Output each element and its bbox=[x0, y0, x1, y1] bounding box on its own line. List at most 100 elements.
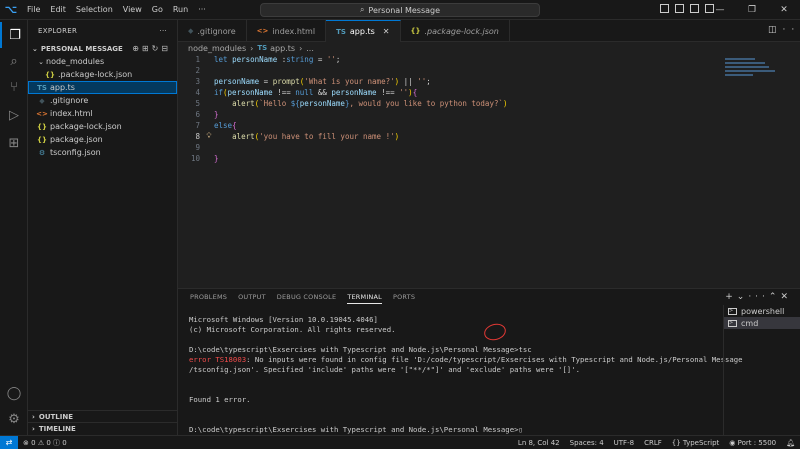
close-panel-icon[interactable]: ✕ bbox=[780, 292, 792, 302]
tab-package-lock-json[interactable]: {} .package-lock.json bbox=[401, 20, 510, 42]
info-icon: ⓘ bbox=[53, 438, 61, 447]
tree-item-app-ts[interactable]: TS app.ts bbox=[28, 81, 177, 94]
code-token: alert bbox=[232, 132, 255, 141]
code-token: alert bbox=[232, 99, 255, 108]
tab-gitignore[interactable]: ◆ .gitignore bbox=[178, 20, 247, 42]
tree-item-package-lock-json[interactable]: {} .package-lock.json bbox=[28, 68, 177, 81]
command-center-search[interactable]: ⌕ Personal Message bbox=[260, 3, 540, 17]
file-tree: ⌄ node_modules{} .package-lock.json TS app.t… bbox=[28, 55, 177, 159]
live-server-port[interactable]: ◉ Port : 5500 bbox=[724, 439, 781, 447]
problems-status[interactable]: ⊗ 0 ⚠ 0 ⓘ 0 bbox=[18, 438, 72, 448]
menu-view[interactable]: View bbox=[118, 0, 147, 20]
restore-button[interactable]: ❐ bbox=[736, 0, 768, 20]
code-editor[interactable]: 1 let personName : string = ''; 2 3 personNam… bbox=[178, 54, 738, 284]
remote-indicator-icon[interactable]: ⇄ bbox=[0, 435, 18, 449]
panel-tab-terminal[interactable]: TERMINAL bbox=[347, 293, 382, 304]
line-number: 6 bbox=[195, 110, 200, 119]
minimap[interactable] bbox=[725, 56, 785, 76]
info-count: 0 bbox=[62, 438, 67, 447]
tree-item-node-modules[interactable]: ⌄ node_modules bbox=[28, 55, 177, 68]
source-control-icon[interactable]: ⑂ bbox=[0, 74, 28, 100]
toggle-panel-icon[interactable] bbox=[675, 4, 684, 13]
code-line: 2 bbox=[178, 65, 738, 76]
vscode-logo-icon: ⌥ bbox=[4, 3, 18, 16]
cursor-position[interactable]: Ln 8, Col 42 bbox=[513, 439, 565, 447]
code-token: personName bbox=[299, 99, 345, 108]
explorer-icon[interactable]: ❐ bbox=[0, 22, 28, 48]
menu-selection[interactable]: Selection bbox=[71, 0, 118, 20]
code-token: personName bbox=[214, 77, 260, 86]
indentation[interactable]: Spaces: 4 bbox=[565, 439, 609, 447]
code-token: personName bbox=[232, 55, 282, 64]
settings-gear-icon[interactable]: ⚙ bbox=[0, 406, 28, 432]
tab-label: app.ts bbox=[349, 27, 375, 36]
close-tab-icon[interactable]: ✕ bbox=[383, 27, 390, 36]
outline-section[interactable]: › OUTLINE bbox=[28, 410, 178, 422]
encoding[interactable]: UTF-8 bbox=[609, 439, 639, 447]
timeline-label: TIMELINE bbox=[38, 424, 76, 433]
panel-tab-output[interactable]: OUTPUT bbox=[238, 293, 266, 304]
warning-count: 0 bbox=[46, 438, 51, 447]
editor-actions: ◫··· bbox=[768, 25, 800, 35]
breadcrumb-file[interactable]: app.ts bbox=[270, 44, 295, 53]
tree-item-package-json[interactable]: {} package.json bbox=[28, 133, 177, 146]
toggle-secondary-sidebar-icon[interactable] bbox=[690, 4, 699, 13]
chevron-right-icon: › bbox=[32, 412, 35, 421]
tree-item-tsconfig-json[interactable]: ⚙ tsconfig.json bbox=[28, 146, 177, 159]
account-icon[interactable]: ◯ bbox=[0, 380, 28, 406]
lightbulb-icon[interactable]: 💡︎ bbox=[204, 132, 214, 141]
tab-index-html[interactable]: <> index.html bbox=[247, 20, 327, 42]
port-label: Port : 5500 bbox=[737, 438, 777, 447]
tree-item-label: .gitignore bbox=[50, 96, 89, 105]
split-editor-icon[interactable]: ◫ bbox=[768, 25, 783, 35]
panel-tabs: PROBLEMS OUTPUT DEBUG CONSOLE TERMINAL PORTS bbox=[190, 293, 415, 304]
menu-edit[interactable]: Edit bbox=[45, 0, 71, 20]
tab-label: .gitignore bbox=[197, 26, 236, 36]
breadcrumb-tail[interactable]: ... bbox=[306, 44, 314, 53]
tree-item-gitignore[interactable]: ◆ .gitignore bbox=[28, 94, 177, 107]
code-line: 8 💡︎ alert('you have to fill your name !'… bbox=[178, 131, 738, 142]
terminal-icon: > bbox=[728, 307, 737, 315]
code-token: personName bbox=[227, 88, 273, 97]
close-window-button[interactable]: ✕ bbox=[768, 0, 800, 20]
line-number: 2 bbox=[195, 66, 200, 75]
end-of-line[interactable]: CRLF bbox=[639, 439, 667, 447]
panel-tab-problems[interactable]: PROBLEMS bbox=[190, 293, 227, 304]
workspace-header[interactable]: ⌄ PERSONAL MESSAGE ⊕⊞↻⊟ bbox=[28, 42, 177, 55]
panel-tab-ports[interactable]: PORTS bbox=[393, 293, 415, 304]
notifications-bell-icon[interactable]: 🔔︎ bbox=[781, 439, 800, 447]
extensions-icon[interactable]: ⊞ bbox=[0, 130, 28, 156]
panel-tab-debug-console[interactable]: DEBUG CONSOLE bbox=[277, 293, 337, 304]
language-mode[interactable]: {} TypeScript bbox=[667, 439, 725, 447]
breadcrumb-folder[interactable]: node_modules bbox=[188, 44, 246, 53]
toggle-primary-sidebar-icon[interactable] bbox=[660, 4, 669, 13]
status-right: Ln 8, Col 42 Spaces: 4 UTF-8 CRLF {} Typ… bbox=[513, 439, 800, 447]
menu-run[interactable]: Run bbox=[168, 0, 193, 20]
terminal-output[interactable]: Microsoft Windows [Version 10.0.19045.40… bbox=[189, 315, 743, 435]
panel-more-icon[interactable]: ··· bbox=[748, 292, 769, 302]
editor-more-icon[interactable]: ··· bbox=[783, 25, 800, 35]
tree-item-index-html[interactable]: <> index.html bbox=[28, 107, 177, 120]
workspace-name: PERSONAL MESSAGE bbox=[40, 44, 123, 53]
json-file-icon: {} bbox=[410, 27, 421, 35]
menu-file[interactable]: File bbox=[22, 0, 45, 20]
explorer-more-button[interactable]: ··· bbox=[159, 27, 167, 35]
timeline-section[interactable]: › TIMELINE bbox=[28, 422, 178, 434]
maximize-panel-icon[interactable]: ⌃ bbox=[769, 292, 781, 302]
minimize-button[interactable]: — bbox=[704, 0, 736, 20]
code-line: 7 else{ bbox=[178, 120, 738, 131]
explorer-toolbar[interactable]: ⊕⊞↻⊟ bbox=[132, 44, 171, 53]
tree-item-package-lock-json[interactable]: {} package-lock.json bbox=[28, 120, 177, 133]
menu-more-button[interactable]: ··· bbox=[193, 0, 211, 20]
tab-app-ts[interactable]: TS app.ts ✕ bbox=[326, 20, 401, 42]
menu-go[interactable]: Go bbox=[147, 0, 168, 20]
terminal-instance-cmd[interactable]: > cmd bbox=[724, 317, 800, 329]
code-token: !== bbox=[376, 88, 400, 97]
search-view-icon[interactable]: ⌕ bbox=[0, 48, 28, 74]
new-terminal-icon[interactable]: +⌄ bbox=[725, 292, 748, 302]
terminal-instance-powershell[interactable]: > powershell bbox=[724, 305, 800, 317]
run-debug-icon[interactable]: ▷ bbox=[0, 102, 28, 128]
